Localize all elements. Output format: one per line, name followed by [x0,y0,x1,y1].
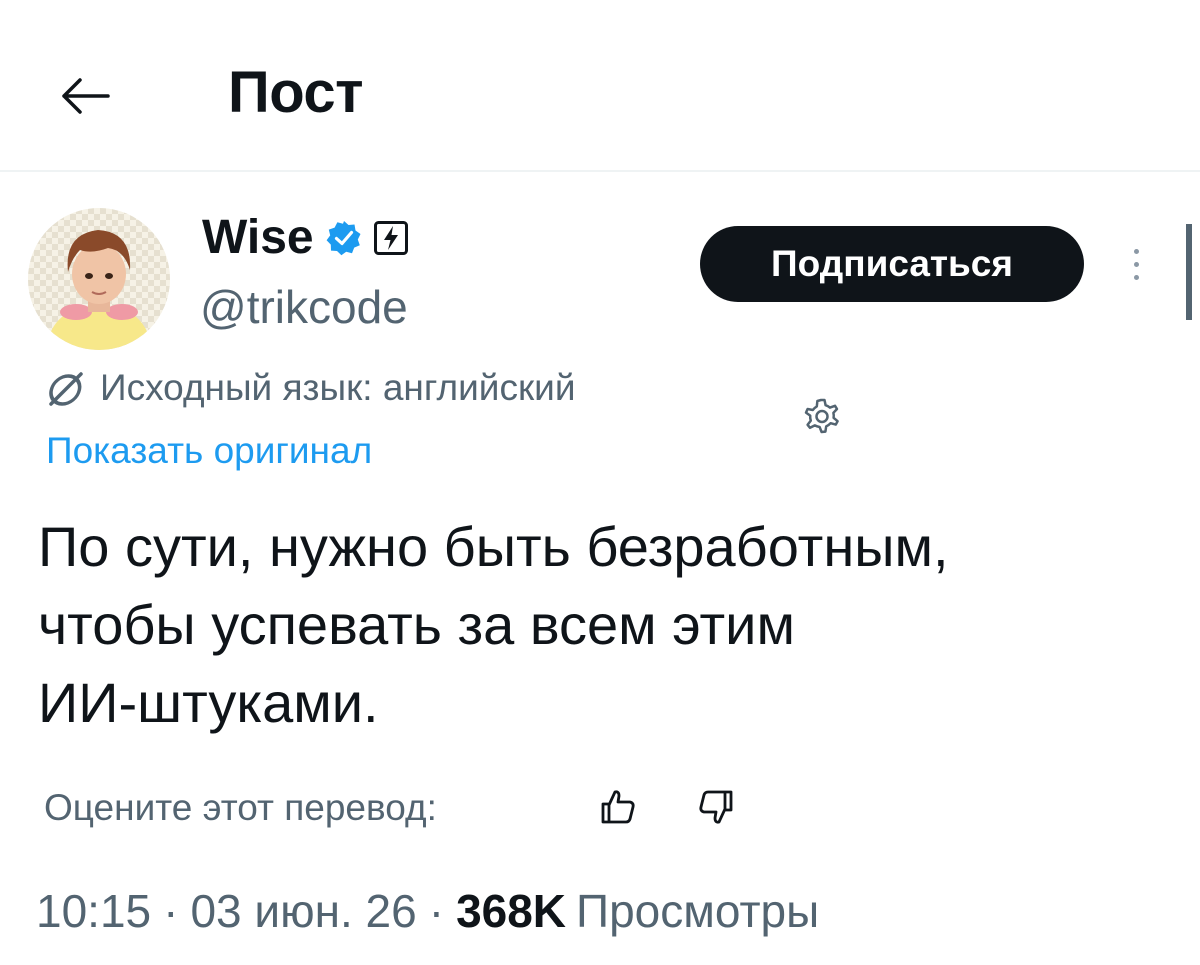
translation-source-text: Исходный язык: английский [100,367,576,408]
views-label[interactable]: Просмотры [576,884,819,938]
post-text-line: чтобы успевать за всем этим [38,593,795,656]
translation-settings-button[interactable] [796,392,846,442]
thumbs-down-icon [699,790,733,824]
back-button[interactable] [52,70,116,122]
post-time[interactable]: 10:15 [36,884,151,938]
arrow-left-icon [62,78,110,114]
translation-note: Исходный язык: английский [46,360,576,416]
verified-badge-icon [326,221,361,256]
gear-icon [804,398,839,434]
follow-button[interactable]: Подписаться [700,226,1084,302]
rate-translation-label: Оцените этот перевод: [44,787,437,828]
thumbs-up-icon [601,790,635,824]
post-text-line: По сути, нужно быть безработным, [38,515,949,578]
thumbs-down-button[interactable] [690,778,742,836]
post-page: Пост Wise @trikcode Подписаться Исходный… [0,0,1200,965]
author-name[interactable]: Wise [202,210,314,266]
top-bar: Пост [0,0,1200,172]
page-title: Пост [228,60,364,125]
author-name-row[interactable]: Wise [202,206,408,270]
thumbs-up-button[interactable] [592,778,644,836]
post-date[interactable]: 03 июн. 26 [190,884,416,938]
more-options-button[interactable] [1118,238,1154,290]
lightning-badge-icon [373,221,408,255]
scrollbar[interactable] [1186,224,1192,320]
avatar-image [28,208,170,350]
translate-icon [49,372,83,406]
show-original-link[interactable]: Показать оригинал [46,428,372,474]
avatar[interactable] [28,208,170,350]
post-text: По сути, нужно быть безработным, чтобы у… [38,508,1168,742]
meta-separator: · [163,885,179,937]
rate-translation-row: Оцените этот перевод: [44,778,437,838]
views-count[interactable]: 368K [456,884,566,938]
post-text-line: ИИ-штуками. [38,671,379,734]
meta-separator: · [428,885,445,937]
post-meta: 10:15 · 03 июн. 26 · 368K Просмотры [36,884,819,952]
more-vertical-icon [1133,248,1139,254]
author-handle[interactable]: @trikcode [200,280,408,334]
